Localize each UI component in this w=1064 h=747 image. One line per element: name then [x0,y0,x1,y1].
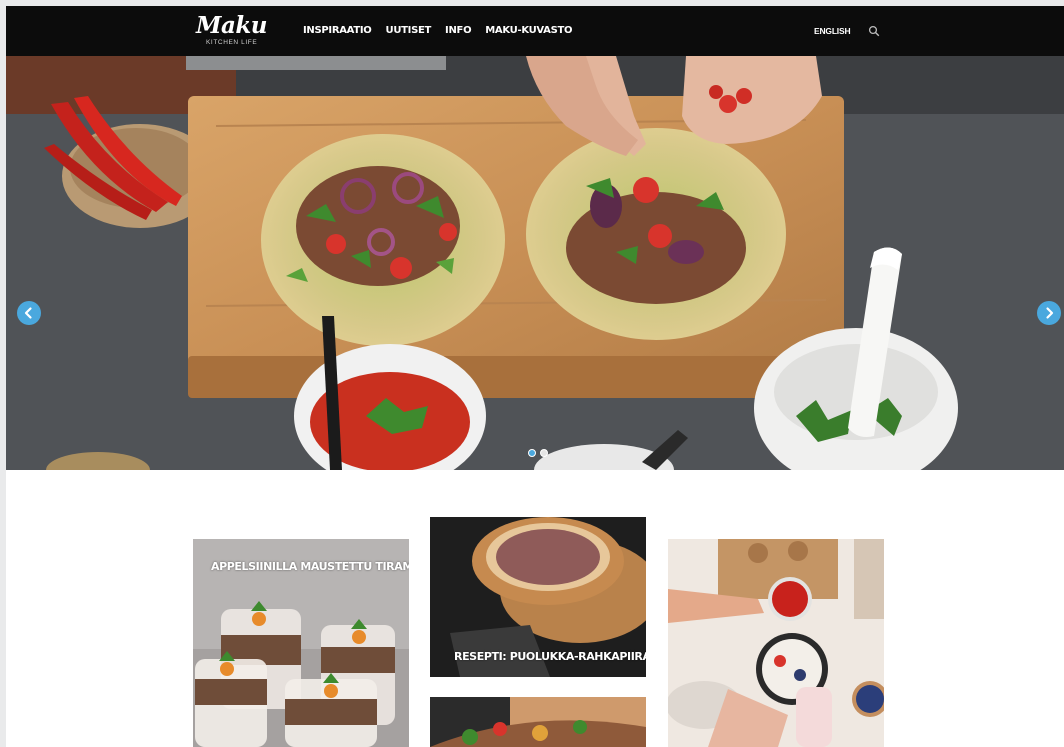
card-puolukka-rahkapiiras[interactable]: RESEPTI: PUOLUKKA-RAHKAPIIRAS [430,517,646,677]
nav-item-maku-kuvasto[interactable]: MAKU-KUVASTO [485,25,572,36]
chevron-left-icon [24,307,32,319]
slider-pagination [528,449,548,457]
card-pie-title: RESEPTI: PUOLUKKA-RAHKAPIIRAS [454,650,646,663]
logo[interactable]: Maku KITCHEN LIFE [196,12,276,50]
card-salad[interactable] [430,697,646,747]
slider-prev-button[interactable] [17,301,41,325]
nav-item-inspiraatio[interactable]: INSPIRAATIO [303,25,372,36]
slider-dot-2[interactable] [540,449,548,457]
hero-slider [6,56,1064,470]
card-breakfast[interactable] [668,539,884,747]
page-frame: Maku KITCHEN LIFE INSPIRAATIO UUTISET IN… [6,6,1064,747]
top-bar: Maku KITCHEN LIFE INSPIRAATIO UUTISET IN… [6,6,1064,56]
nav-item-uutiset[interactable]: UUTISET [386,25,432,36]
nav-item-info[interactable]: INFO [445,25,472,36]
card-salad-image [430,697,646,747]
card-tiramisu-title: APPELSIINILLA MAUSTETTU TIRAMISU [211,560,409,573]
search-icon[interactable] [868,24,880,37]
main-nav: INSPIRAATIO UUTISET INFO MAKU-KUVASTO [303,25,573,36]
logo-wordmark: Maku [196,12,268,39]
slider-dot-1[interactable] [528,449,536,457]
logo-tagline: KITCHEN LIFE [206,39,258,46]
language-link[interactable]: ENGLISH [814,26,851,36]
slider-next-button[interactable] [1037,301,1061,325]
hero-image [6,56,1064,470]
chevron-right-icon [1046,307,1054,319]
card-breakfast-image [668,539,884,747]
card-tiramisu[interactable]: APPELSIINILLA MAUSTETTU TIRAMISU [193,539,409,747]
